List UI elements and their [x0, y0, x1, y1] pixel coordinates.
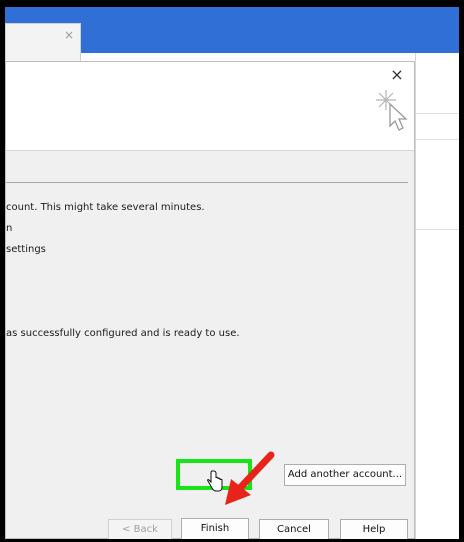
progress-text-line: n [6, 223, 13, 234]
background-divider [416, 113, 459, 114]
background-window-tab[interactable]: × [5, 23, 81, 62]
dialog-header: × [6, 62, 414, 151]
progress-text-line: count. This might take several minutes. [6, 202, 205, 213]
finish-button[interactable]: Finish [181, 518, 249, 539]
background-window-area [415, 53, 459, 539]
progress-text-line: settings [6, 244, 46, 255]
background-divider [416, 139, 459, 140]
cancel-button[interactable]: Cancel [259, 519, 329, 539]
back-button[interactable]: < Back [108, 519, 172, 539]
wizard-star-cursor-icon [376, 90, 408, 131]
screenshot-frame: × × count. This might take several minut… [5, 7, 459, 539]
background-divider [416, 229, 459, 230]
success-message: as successfully configured and is ready … [6, 328, 240, 339]
close-icon[interactable]: × [388, 66, 406, 84]
add-another-account-button[interactable]: Add another account... [284, 464, 406, 486]
section-divider [6, 182, 408, 183]
help-button[interactable]: Help [340, 519, 408, 539]
tab-close-icon[interactable]: × [64, 28, 74, 42]
red-arrow-icon [225, 451, 275, 505]
pointer-cursor-icon [207, 470, 223, 492]
